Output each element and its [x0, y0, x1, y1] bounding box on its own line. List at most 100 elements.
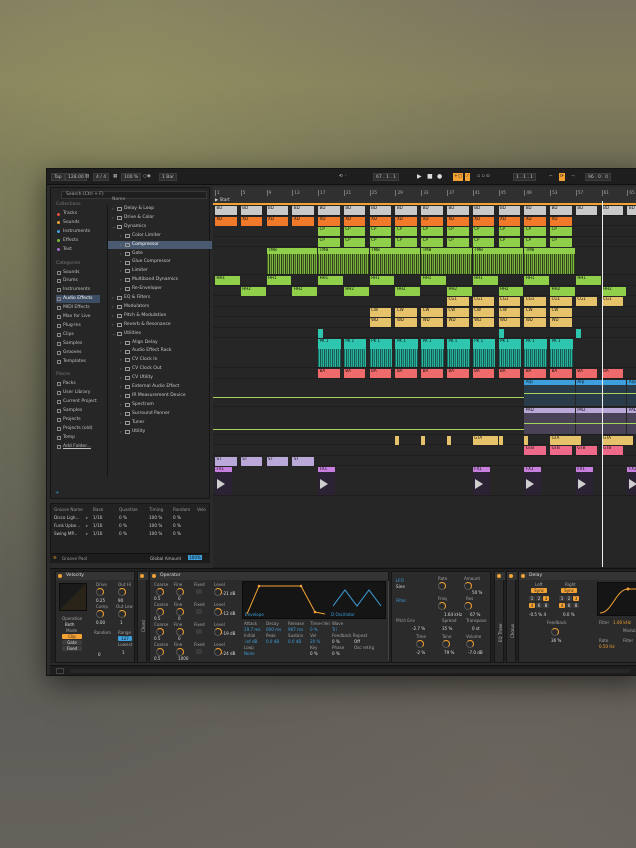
- expand-arrow-icon[interactable]: ⌄: [112, 330, 115, 339]
- clip[interactable]: WD: [550, 318, 572, 327]
- file-item[interactable]: › Delay & Loop: [108, 205, 212, 214]
- groove-column-header[interactable]: Quantize: [119, 507, 138, 512]
- groove-cell[interactable]: 0 %: [119, 523, 127, 528]
- clip[interactable]: XD: [318, 216, 340, 226]
- clip[interactable]: [524, 435, 529, 445]
- clip[interactable]: XD: [343, 216, 366, 226]
- coarse-knob[interactable]: [156, 648, 164, 656]
- file-item[interactable]: ⌄ Dynamics: [108, 223, 212, 232]
- category-item[interactable]: Sounds: [56, 269, 100, 277]
- collection-item[interactable]: Sounds: [56, 219, 100, 227]
- expand-arrow-icon[interactable]: ›: [120, 339, 122, 348]
- clip[interactable]: GTB: [575, 446, 598, 455]
- file-item[interactable]: › IR Measurement Device: [108, 392, 212, 401]
- add-icon[interactable]: +: [55, 490, 59, 496]
- groove-icon[interactable]: ≋: [53, 556, 57, 561]
- clip[interactable]: [498, 435, 503, 445]
- file-item[interactable]: › CV Clock Out: [108, 365, 212, 374]
- delay-left-beat[interactable]: 3: [543, 596, 549, 601]
- place-item[interactable]: Projects: [56, 416, 100, 424]
- file-item[interactable]: › Gate: [108, 250, 212, 259]
- delay-left-beat[interactable]: 2: [536, 596, 542, 601]
- groove-cell[interactable]: 0 %: [119, 515, 127, 520]
- groove-cell[interactable]: Swing MP...: [54, 531, 77, 536]
- capture-icon[interactable]: ▫ ▫ ⊙: [477, 173, 490, 181]
- fine-knob[interactable]: [176, 588, 184, 596]
- track-lane[interactable]: CP CP CP CP CP CP CP CP CP CP: [213, 237, 636, 247]
- clip[interactable]: CP: [550, 227, 572, 236]
- clip[interactable]: CP: [318, 227, 340, 236]
- eq-three-device-header[interactable]: [495, 572, 505, 580]
- play-button[interactable]: ▶: [417, 173, 422, 181]
- clip[interactable]: HH1: [421, 276, 446, 285]
- view-toggle-icon[interactable]: [56, 668, 64, 674]
- expand-arrow-icon[interactable]: ›: [112, 321, 114, 330]
- clip[interactable]: CW: [524, 307, 546, 317]
- time-knob[interactable]: [416, 640, 424, 648]
- clip[interactable]: CG1: [446, 297, 469, 306]
- comp-knob[interactable]: [96, 610, 104, 618]
- clip[interactable]: BD: [601, 206, 624, 215]
- clip[interactable]: BA: [395, 369, 417, 378]
- tempo-field[interactable]: 128.00: [65, 173, 87, 181]
- clip[interactable]: CP: [524, 227, 546, 236]
- groove-cell[interactable]: 0 %: [173, 515, 181, 520]
- clip[interactable]: CP: [498, 227, 521, 236]
- groove-cell[interactable]: Funk Upbe...: [54, 523, 80, 528]
- audio-clip[interactable]: TMB: [369, 248, 421, 274]
- audio-clip[interactable]: TMB: [318, 248, 369, 274]
- clip[interactable]: CG1: [601, 297, 624, 306]
- expand-arrow-icon[interactable]: ›: [120, 374, 122, 383]
- level-knob[interactable]: [214, 608, 222, 616]
- delay-filter-value[interactable]: 1.00 kHz: [613, 620, 631, 625]
- loop-value[interactable]: None: [244, 651, 255, 656]
- clip[interactable]: HH1: [472, 276, 498, 285]
- filter-curve[interactable]: [598, 583, 636, 617]
- clip[interactable]: WD: [472, 318, 495, 327]
- track-lane[interactable]: FX1 FX1 FX1 FX1 FX1 FX1: [213, 466, 636, 496]
- collection-item[interactable]: Tracks: [56, 210, 100, 218]
- clip[interactable]: CP: [369, 227, 392, 236]
- clip[interactable]: BA: [601, 369, 624, 378]
- clip[interactable]: GTA: [472, 435, 498, 445]
- clip[interactable]: [575, 328, 581, 338]
- groove-cell[interactable]: 100 %: [149, 515, 162, 520]
- env-param-value[interactable]: 600 ms: [266, 627, 281, 632]
- clip[interactable]: BD: [266, 206, 289, 215]
- clip[interactable]: BD: [524, 206, 546, 215]
- coarse-knob[interactable]: [156, 628, 164, 636]
- clip[interactable]: HH1: [215, 276, 240, 285]
- filter-res-knob[interactable]: [464, 602, 472, 610]
- gate-button[interactable]: Gate: [62, 640, 82, 645]
- fixed-toggle[interactable]: [196, 589, 202, 594]
- clip[interactable]: XD: [446, 216, 469, 226]
- expand-arrow-icon[interactable]: ›: [112, 294, 114, 303]
- chorus-device-power-icon[interactable]: [509, 574, 513, 578]
- env-param-value[interactable]: 0.0 dB: [288, 639, 301, 644]
- track-lane[interactable]: HH1 HH1 HH1 HH1 HH1 HH1 HH1 HH1: [213, 275, 636, 286]
- midi-clip[interactable]: PK 1: [421, 339, 444, 367]
- audio-clip[interactable]: TMB: [266, 248, 318, 274]
- clip[interactable]: HH2: [601, 286, 627, 296]
- groove-column-header[interactable]: Timing: [149, 507, 163, 512]
- audio-clip[interactable]: TMB: [472, 248, 524, 274]
- file-item[interactable]: › Multiband Dynamics: [108, 276, 212, 285]
- volume-knob[interactable]: [466, 640, 474, 648]
- operator-device-header[interactable]: Operator: [150, 572, 388, 580]
- groove-cell[interactable]: 100 %: [149, 523, 162, 528]
- velocity-device-power-icon[interactable]: [58, 574, 62, 578]
- groove-cell[interactable]: 0 %: [173, 531, 181, 536]
- clip[interactable]: CP: [472, 227, 495, 236]
- file-item[interactable]: › Drive & Color: [108, 214, 212, 223]
- file-item[interactable]: › CV Clock In: [108, 356, 212, 365]
- clip[interactable]: [498, 328, 504, 338]
- delay-device-header[interactable]: Delay: [519, 572, 636, 580]
- clip[interactable]: ST: [240, 456, 263, 466]
- file-item[interactable]: › Pitch & Modulation: [108, 312, 212, 321]
- clip[interactable]: XD: [240, 216, 263, 226]
- clip[interactable]: CP: [343, 227, 366, 236]
- midi-clip[interactable]: PK 1: [318, 339, 341, 367]
- clip[interactable]: HH2: [395, 286, 421, 296]
- expand-arrow-icon[interactable]: ›: [120, 392, 122, 401]
- clip[interactable]: CP: [524, 237, 546, 247]
